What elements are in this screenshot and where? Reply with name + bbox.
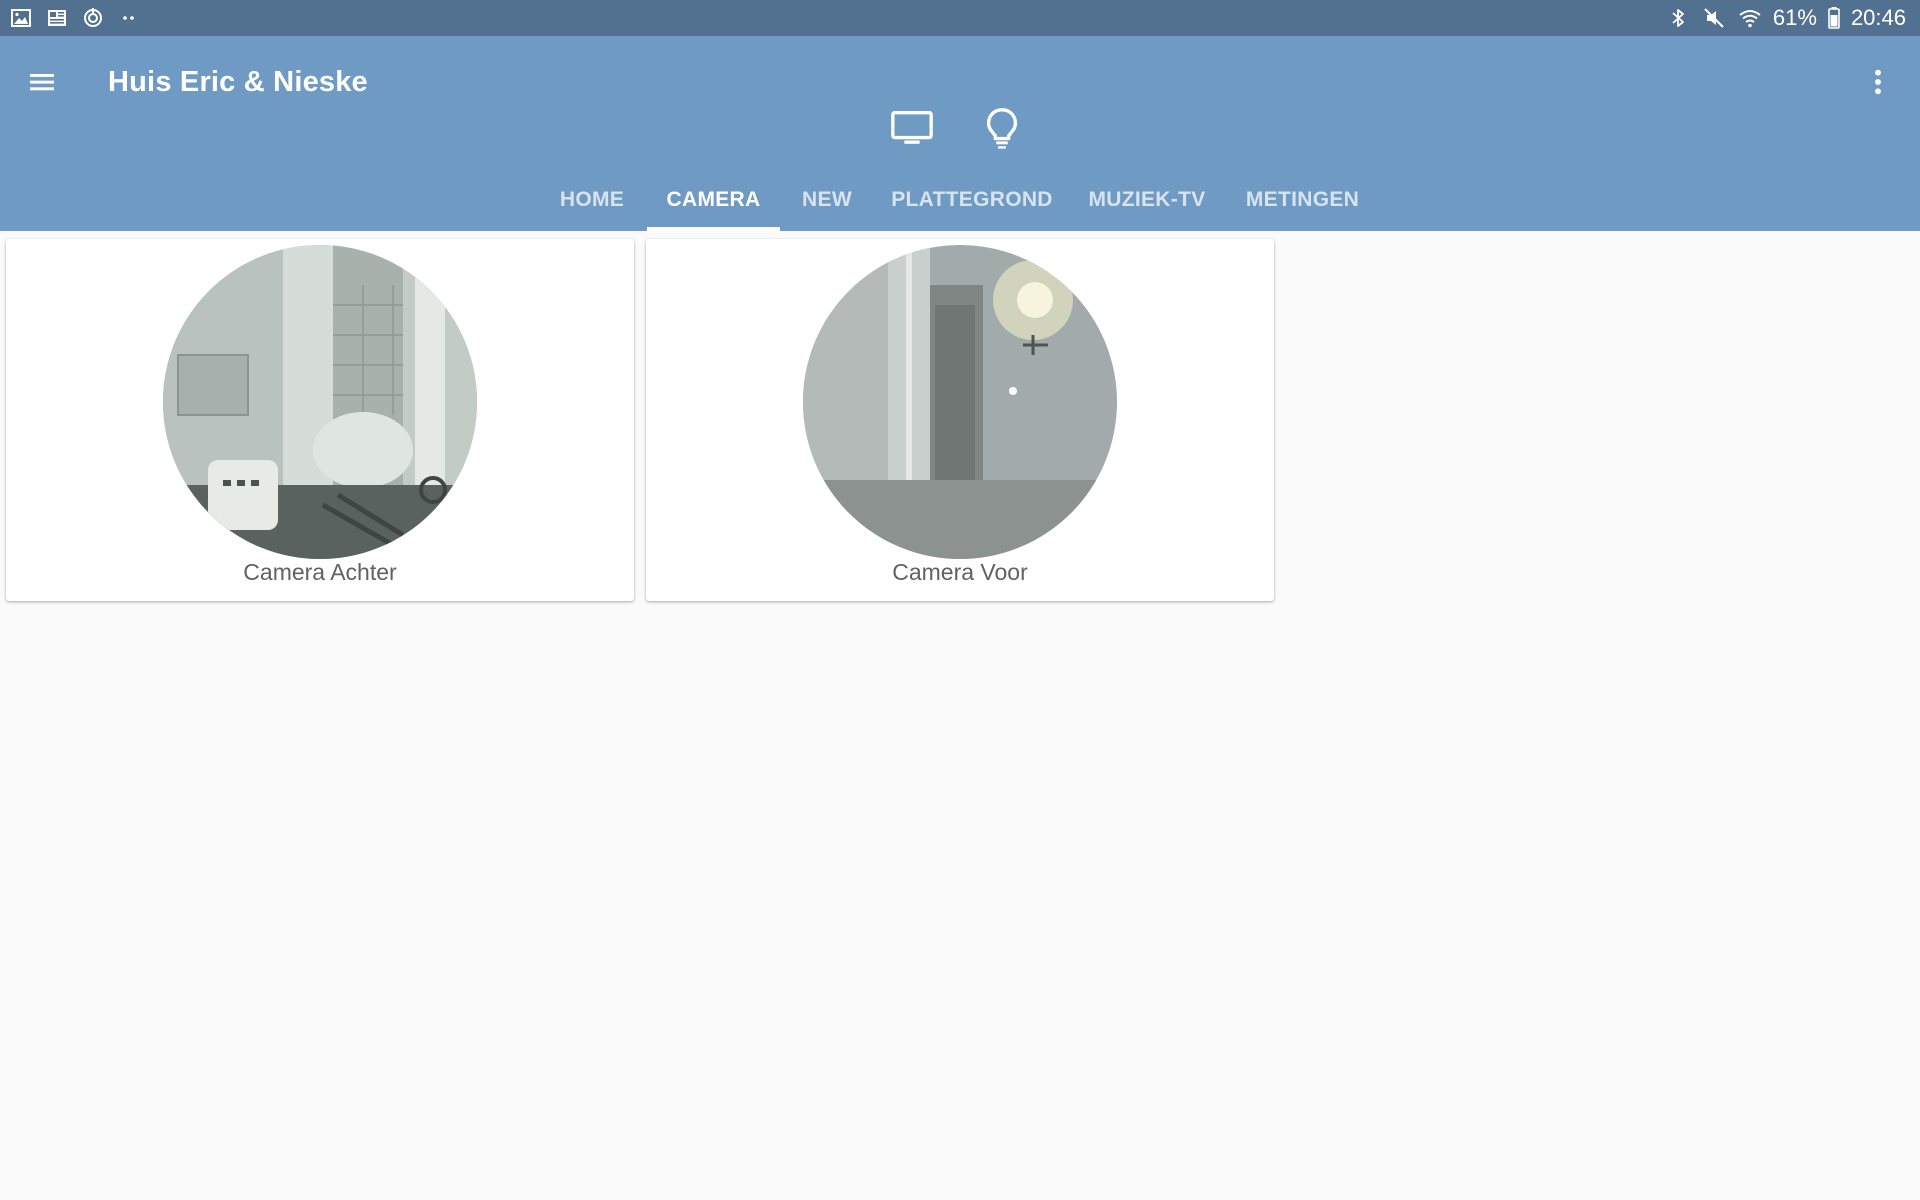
tab-metingen[interactable]: METINGEN xyxy=(1240,174,1365,231)
monitor-button[interactable] xyxy=(888,104,936,152)
quick-actions xyxy=(888,104,1026,152)
status-bar-left xyxy=(8,0,142,36)
tab-camera[interactable]: CAMERA xyxy=(647,174,780,231)
status-bar: 61% 20:46 xyxy=(0,0,1920,36)
tab-muziek-tv[interactable]: MUZIEK-TV xyxy=(1087,174,1207,231)
tab-bar: HOME CAMERA NEW PLATTEGROND MUZIEK-TV ME… xyxy=(0,174,1920,231)
tab-new[interactable]: NEW xyxy=(795,174,859,231)
camera-snapshot-achter xyxy=(163,245,477,559)
mute-icon xyxy=(1701,5,1727,31)
tab-plattegrond[interactable]: PLATTEGROND xyxy=(891,174,1053,231)
camera-card-voor[interactable]: Camera Voor xyxy=(646,239,1274,601)
bluetooth-icon xyxy=(1665,5,1691,31)
gallery-icon xyxy=(8,5,34,31)
lightbulb-icon xyxy=(986,108,1018,149)
tab-home[interactable]: HOME xyxy=(547,174,637,231)
battery-icon xyxy=(1827,5,1841,31)
sync-icon xyxy=(80,5,106,31)
more-vert-icon xyxy=(1875,69,1881,95)
clock: 20:46 xyxy=(1850,5,1906,30)
monitor-icon xyxy=(891,110,933,144)
menu-button[interactable] xyxy=(20,60,64,104)
wifi-icon xyxy=(1737,5,1763,31)
camera-card-achter[interactable]: Camera Achter xyxy=(6,239,634,601)
battery-percent: 61% xyxy=(1772,5,1817,30)
app-title: Huis Eric & Nieske xyxy=(108,66,368,98)
news-icon xyxy=(44,5,70,31)
app-bar: Huis Eric & Nieske HOME CAMERA NEW PLATT… xyxy=(0,36,1920,231)
hamburger-menu-icon xyxy=(30,74,54,91)
status-bar-right: 61% 20:46 xyxy=(1665,0,1906,36)
camera-snapshot-voor xyxy=(803,245,1117,559)
camera-label: Camera Achter xyxy=(243,559,397,585)
more-dots-icon xyxy=(116,5,142,31)
overflow-menu-button[interactable] xyxy=(1856,60,1900,104)
camera-label: Camera Voor xyxy=(892,559,1028,585)
lightbulb-button[interactable] xyxy=(978,104,1026,152)
